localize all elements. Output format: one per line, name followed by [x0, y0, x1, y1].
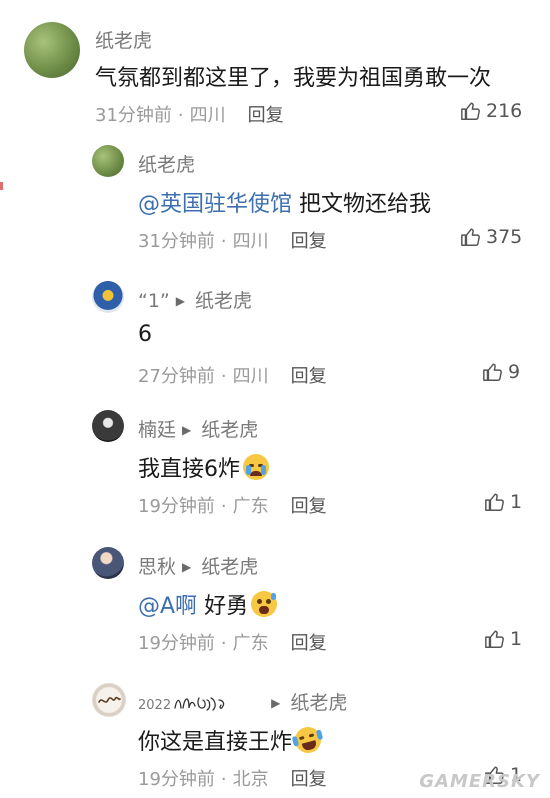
like-count: 216: [486, 100, 523, 122]
like-count: 9: [508, 361, 521, 383]
reply-to-author[interactable]: 纸老虎: [201, 556, 258, 578]
comment-text: 你这是直接王炸: [138, 730, 293, 755]
laughing-tears-face-icon: [291, 724, 324, 756]
comment-meta: 19分钟前 · 广东 回复: [138, 633, 327, 654]
comment-meta: 31分钟前 · 四川 回复: [95, 105, 284, 126]
avatar[interactable]: [92, 547, 124, 579]
signature-mark: [98, 696, 121, 703]
like-button[interactable]: 375: [460, 226, 522, 248]
reply-arrow-icon: ▶: [182, 423, 192, 437]
like-count: 1: [510, 491, 523, 513]
watermark: GAMERSKY: [419, 771, 540, 792]
avatar[interactable]: [92, 281, 124, 313]
comment-location: 北京: [232, 769, 269, 790]
comment-meta: 27分钟前 · 四川 回复: [138, 366, 327, 387]
reply-to-author[interactable]: 纸老虎: [195, 290, 252, 312]
reply-button[interactable]: 回复: [291, 231, 327, 252]
comment-author[interactable]: 纸老虎: [138, 150, 195, 177]
comment-time: 27分钟前: [138, 366, 215, 387]
reply-button[interactable]: 回复: [248, 105, 284, 126]
mention-link[interactable]: @英国驻华使馆: [138, 192, 292, 217]
comment-author[interactable]: 楠廷: [138, 419, 176, 441]
avatar[interactable]: [92, 145, 124, 177]
reply-arrow-icon: ▶: [271, 696, 281, 710]
like-count: 1: [510, 628, 523, 650]
scared-face-icon: [251, 591, 278, 617]
thumbs-up-icon: [461, 102, 480, 120]
comment-time: 19分钟前: [138, 496, 215, 517]
comment-author[interactable]: 思秋: [138, 556, 176, 578]
mention-link[interactable]: @A啊: [138, 594, 197, 619]
comment-time: 19分钟前: [138, 633, 215, 654]
comment-body: @英国驻华使馆 把文物还给我: [138, 186, 431, 218]
comment-author[interactable]: “1”: [138, 290, 170, 312]
comment-text: 我直接6炸: [138, 457, 240, 482]
like-button[interactable]: 216: [460, 100, 522, 122]
reply-to-author[interactable]: 纸老虎: [201, 419, 258, 441]
reply-button[interactable]: 回复: [291, 496, 327, 517]
comment-location: 四川: [189, 105, 226, 126]
comment-time: 19分钟前: [138, 769, 215, 790]
comment-meta: 31分钟前 · 四川 回复: [138, 231, 327, 252]
reply-button[interactable]: 回复: [291, 366, 327, 387]
comment-text: 好勇: [204, 594, 249, 619]
like-button[interactable]: 9: [482, 361, 520, 383]
like-button[interactable]: 1: [484, 491, 522, 513]
thumbs-up-icon: [485, 630, 504, 648]
reply-arrow-icon: ▶: [182, 560, 192, 574]
edge-marker: [0, 182, 3, 190]
reply-arrow-icon: ▶: [175, 294, 186, 308]
comment-author-line: 楠廷 ▶ 纸老虎: [138, 415, 258, 442]
comment-time: 31分钟前: [95, 105, 172, 126]
comment-time: 31分钟前: [138, 231, 215, 252]
comment-location: 广东: [232, 633, 269, 654]
comment-meta: 19分钟前 · 北京 回复: [138, 769, 327, 790]
comment-body: 你这是直接王炸: [138, 724, 324, 756]
comment-location: 四川: [232, 366, 269, 387]
comment-author[interactable]: 纸老虎: [95, 26, 152, 53]
avatar[interactable]: [24, 22, 80, 78]
comment-body: @A啊 好勇: [138, 588, 278, 620]
reply-to-author[interactable]: 纸老虎: [290, 692, 347, 714]
thumbs-up-icon: [483, 363, 502, 381]
comment-body: 我直接6炸: [138, 451, 269, 483]
like-button[interactable]: 1: [484, 628, 522, 650]
thumbs-up-icon: [461, 228, 480, 246]
comment-location: 四川: [232, 231, 269, 252]
thumbs-up-icon: [485, 493, 504, 511]
like-count: 375: [486, 226, 523, 248]
avatar[interactable]: [92, 410, 124, 442]
comment-text: 把文物还给我: [299, 192, 432, 217]
signature-mark: [174, 697, 225, 711]
comment-author-line: “1” ▶ 纸老虎: [138, 286, 252, 313]
comment-location: 广东: [232, 496, 269, 517]
reply-button[interactable]: 回复: [291, 633, 327, 654]
comment-text: 6: [138, 322, 152, 347]
reply-button[interactable]: 回复: [291, 769, 327, 790]
crying-face-icon: [243, 454, 269, 480]
comment-author-line: 2022 ▶ 纸老虎: [138, 688, 347, 715]
comment-meta: 19分钟前 · 广东 回复: [138, 496, 327, 517]
comment-author[interactable]: 2022: [138, 692, 265, 714]
avatar[interactable]: [92, 683, 126, 717]
comment-text: 气氛都到都这里了，我要为祖国勇敢一次: [95, 66, 492, 91]
comment-author-line: 思秋 ▶ 纸老虎: [138, 552, 258, 579]
